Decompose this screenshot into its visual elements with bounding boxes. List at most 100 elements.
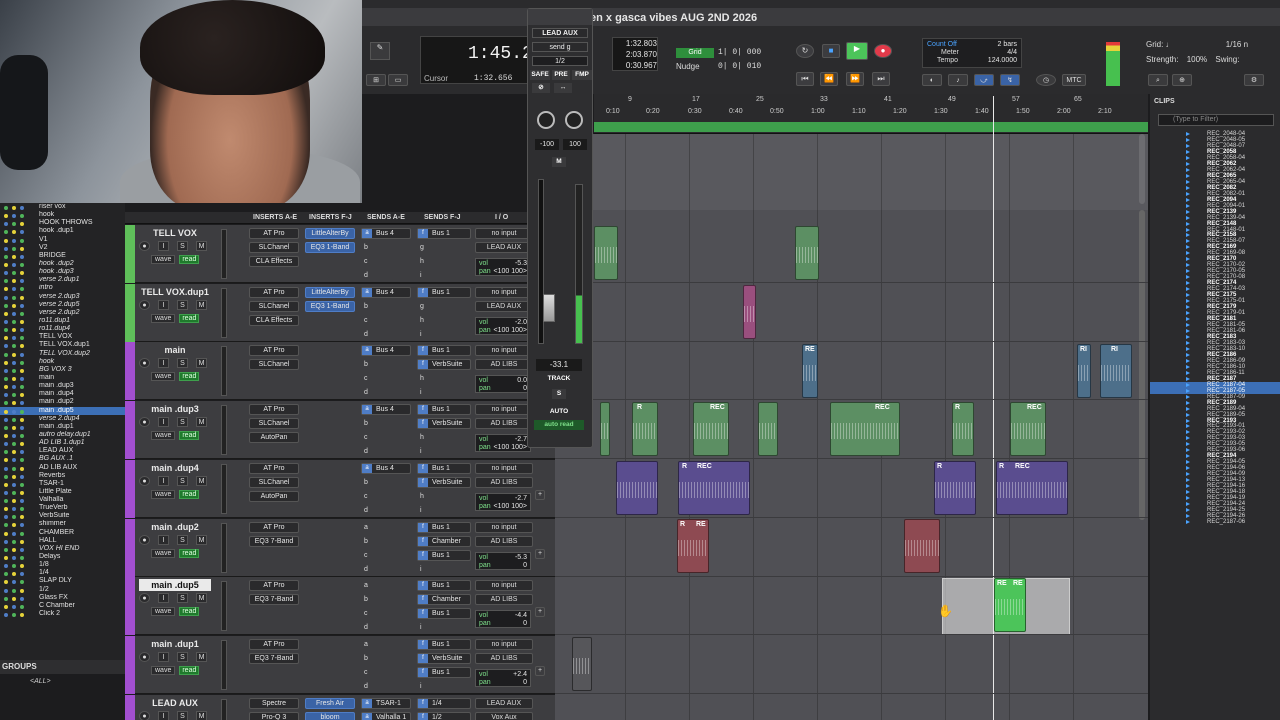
- insert-slot[interactable]: EQ3 1-Band: [305, 242, 355, 253]
- track-header[interactable]: main●ISMwavereadAT ProSLChanelabcdfghiaB…: [125, 342, 555, 401]
- track-list-item[interactable]: V1: [0, 236, 125, 244]
- loop-icon[interactable]: ↻: [796, 44, 814, 58]
- track-name[interactable]: main .dup5: [139, 579, 211, 592]
- track-list-item[interactable]: main .dup1: [0, 423, 125, 431]
- rewind-button[interactable]: ⏪: [820, 72, 838, 86]
- visibility-dots[interactable]: [4, 547, 32, 552]
- track-name[interactable]: main .dup2: [139, 521, 211, 533]
- send-slot-label[interactable]: d: [364, 624, 368, 631]
- solo-button[interactable]: S: [177, 417, 188, 428]
- zoom-icon[interactable]: ⊕: [1172, 74, 1192, 86]
- track-name[interactable]: LEAD AUX: [139, 697, 211, 709]
- send-slot-label[interactable]: d: [364, 331, 368, 338]
- send-slot-label[interactable]: d: [364, 272, 368, 279]
- send-slot-label[interactable]: h: [420, 317, 424, 324]
- track-view-selector[interactable]: wave: [151, 255, 176, 264]
- solo-button[interactable]: S: [177, 710, 188, 720]
- send-slot-label[interactable]: b: [364, 420, 368, 427]
- visibility-dots[interactable]: [4, 270, 32, 276]
- insert-slot[interactable]: AutoPan: [249, 490, 299, 502]
- input-selector[interactable]: no input: [475, 521, 533, 533]
- track-lane[interactable]: [555, 636, 1148, 694]
- track-list-item[interactable]: Delays: [0, 553, 125, 561]
- mute-button[interactable]: M: [196, 593, 207, 604]
- insert-slot[interactable]: AT Pro: [249, 228, 299, 239]
- track-list-item[interactable]: hook .dup2: [0, 260, 125, 268]
- send-slot-label[interactable]: b: [364, 244, 368, 251]
- output-send[interactable]: send g: [532, 42, 588, 52]
- input-selector[interactable]: no input: [475, 228, 533, 239]
- visibility-dots[interactable]: [4, 490, 32, 495]
- record-arm-button[interactable]: ●: [139, 241, 150, 251]
- automation-mode[interactable]: read: [179, 431, 200, 441]
- pencil-tool-icon[interactable]: ✎: [370, 42, 390, 60]
- insert-slot[interactable]: SLChanel: [249, 242, 299, 253]
- send-slot[interactable]: a Bus 4: [361, 345, 411, 357]
- automation-mode[interactable]: read: [179, 313, 200, 323]
- send-slot[interactable]: f Bus 1: [417, 580, 471, 592]
- send-slot-label[interactable]: c: [364, 669, 368, 676]
- volume-pan-display[interactable]: vol -2.7 pan <100 100>: [475, 492, 531, 511]
- track-list-item[interactable]: VOX HI END: [0, 545, 125, 553]
- send-slot[interactable]: f Chamber: [417, 535, 471, 547]
- insert-slot[interactable]: CLA Effects: [249, 256, 299, 267]
- track-list-item[interactable]: Valhalla: [0, 496, 125, 504]
- track-list-item[interactable]: verse 2.dup1: [0, 276, 125, 284]
- insert-slot[interactable]: SLChanel: [249, 359, 299, 371]
- visibility-dots[interactable]: [4, 441, 32, 447]
- send-slot-label[interactable]: c: [364, 552, 368, 559]
- send-slot-label[interactable]: c: [364, 610, 368, 617]
- output-channel[interactable]: 1/2: [532, 56, 588, 66]
- visibility-dots[interactable]: [4, 254, 32, 259]
- insert-slot[interactable]: EQ3 7-Band: [249, 652, 299, 664]
- output-selector[interactable]: Vox Aux: [475, 711, 533, 720]
- grid-value[interactable]: 1| 0| 000: [718, 48, 761, 57]
- output-selector[interactable]: AD LIBS: [475, 359, 533, 371]
- input-monitor-button[interactable]: I: [158, 358, 169, 369]
- track-list-item[interactable]: BRIDGE: [0, 252, 125, 260]
- track-lane[interactable]: [555, 519, 1148, 577]
- add-icon[interactable]: +: [535, 548, 545, 559]
- send-slot-label[interactable]: h: [420, 493, 424, 500]
- solo-button[interactable]: S: [177, 241, 188, 251]
- metronome-icon[interactable]: ◐: [922, 74, 942, 86]
- track-list-item[interactable]: verse 2.dup3: [0, 293, 125, 301]
- track-list-item[interactable]: verse 2.dup5: [0, 301, 125, 309]
- visibility-dots[interactable]: [4, 588, 32, 593]
- send-slot[interactable]: f VerbSuite: [417, 476, 471, 488]
- send-slot-label[interactable]: d: [364, 507, 368, 514]
- send-slot-label[interactable]: i: [420, 331, 422, 338]
- output-window[interactable]: LEAD AUX send g 1/2 SAFE PRE FMP ⊘ ↔ -10…: [527, 8, 593, 448]
- record-arm-button[interactable]: ●: [139, 475, 150, 486]
- track-view-selector[interactable]: wave: [151, 313, 176, 323]
- send-slot[interactable]: f VerbSuite: [417, 359, 471, 371]
- visibility-dots[interactable]: [4, 514, 32, 520]
- send-slot-label[interactable]: i: [420, 389, 422, 396]
- send-slot-label[interactable]: i: [420, 683, 422, 690]
- track-lane[interactable]: [555, 577, 1148, 636]
- track-list-item[interactable]: C Chamber: [0, 602, 125, 610]
- pre-button[interactable]: PRE: [552, 70, 570, 80]
- volume-fader-cap[interactable]: [543, 294, 555, 322]
- visibility-dots[interactable]: [4, 327, 32, 333]
- input-selector[interactable]: LEAD AUX: [475, 697, 533, 709]
- input-selector[interactable]: no input: [475, 580, 533, 592]
- track-list-item[interactable]: verse 2.dup4: [0, 415, 125, 423]
- visibility-dots[interactable]: [4, 425, 32, 430]
- visibility-dots[interactable]: [4, 596, 32, 601]
- track-name[interactable]: main .dup3: [139, 403, 211, 415]
- insert-slot[interactable]: LittleAlterBy: [305, 228, 355, 239]
- track-view-selector[interactable]: wave: [151, 607, 176, 617]
- input-monitor-button[interactable]: I: [158, 534, 169, 545]
- track-list-item[interactable]: 1/4: [0, 569, 125, 577]
- solo-button[interactable]: S: [177, 475, 188, 486]
- send-slot-label[interactable]: g: [420, 303, 424, 310]
- track-lane[interactable]: [555, 342, 1148, 401]
- send-slot[interactable]: f 1/4: [417, 697, 471, 709]
- input-monitor-button[interactable]: I: [158, 241, 169, 251]
- send-slot-label[interactable]: c: [364, 317, 368, 324]
- mute-button[interactable]: M: [196, 358, 207, 369]
- input-monitor-button[interactable]: I: [158, 475, 169, 486]
- track-lane[interactable]: [555, 460, 1148, 518]
- visibility-dots[interactable]: [4, 286, 32, 292]
